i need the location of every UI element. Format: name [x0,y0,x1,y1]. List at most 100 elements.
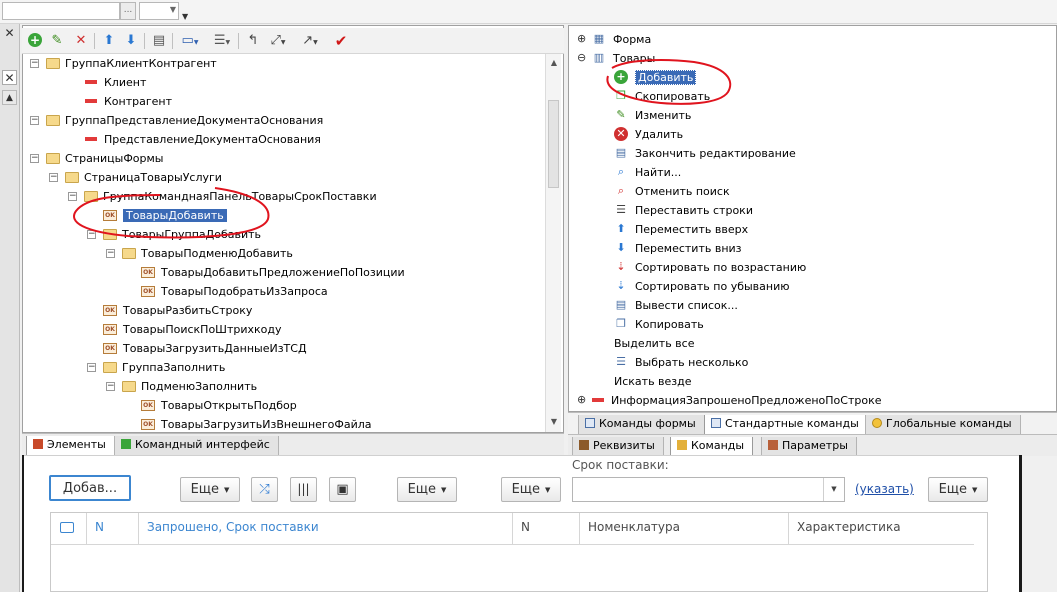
top-input-field[interactable] [2,2,120,20]
expand-toggle-icon[interactable]: − [87,230,96,239]
command-item[interactable]: + Добавить [614,68,697,87]
more-button[interactable]: Еще ▼ [397,477,457,502]
tree-item[interactable]: СтраницаТоварыУслуги [65,168,222,187]
close-icon[interactable]: ✕ [2,70,17,85]
expand-toggle-icon[interactable]: − [30,59,39,68]
tree-item[interactable]: ГруппаКоманднаяПанельТоварыСрокПоставки [84,187,377,206]
command-item[interactable]: ⇣ Сортировать по возрастанию [614,258,806,277]
command-item[interactable]: ☰ Переставить строки [614,201,753,220]
grid-header-n[interactable]: N [87,513,139,544]
command-item[interactable]: ▥ Товары [592,49,656,68]
tree-item[interactable]: OK ТоварыПоискПоШтрихкоду [103,320,282,339]
more-button[interactable]: Еще ▼ [501,477,561,502]
tree-item[interactable]: OK ТоварыРазбитьСтроку [103,301,252,320]
grid-header-n2[interactable]: N [513,513,580,544]
top-select[interactable]: ▼ [139,2,179,20]
chevron-down-icon[interactable]: ▼ [823,478,844,501]
command-item[interactable]: ⌕ Отменить поиск [614,182,730,201]
tab-requisites[interactable]: Реквизиты [572,437,664,457]
display-icon[interactable]: ▭▼ [178,32,202,50]
command-item[interactable]: ИнформацияЗапрошеноПредложеноПоСтроке [592,391,881,410]
grid-header-characteristic[interactable]: Характеристика [789,513,974,544]
tree-item[interactable]: Контрагент [65,92,172,111]
specify-link[interactable]: (указать) [855,482,914,496]
command-item[interactable]: ✎ Изменить [614,106,691,125]
srok-input[interactable]: ▼ [572,477,845,502]
expand-toggle-icon[interactable]: − [106,382,115,391]
tab-parameters[interactable]: Параметры [761,437,857,457]
tree-item[interactable]: OK ТоварыОткрытьПодбор [141,396,297,415]
command-item[interactable]: ☰ Выбрать несколько [614,353,748,372]
expand-toggle-icon[interactable]: − [49,173,58,182]
edit-icon[interactable]: ✎ [48,32,66,50]
tab-command-interface[interactable]: Командный интерфейс [114,436,279,456]
dropdown-arrow-icon[interactable]: ▼ [182,12,188,21]
command-item[interactable]: Искать везде [614,372,692,391]
command-item[interactable]: ⇣ Сортировать по убыванию [614,277,789,296]
command-item[interactable]: ⬆ Переместить вверх [614,220,748,239]
move-down-icon[interactable]: ⬇ [122,32,140,50]
resize-icon[interactable]: ⤢▼ [266,32,290,50]
command-item[interactable]: ▤ Вывести список... [614,296,738,315]
tree-item[interactable]: ГруппаПредставлениеДокументаОснования [46,111,323,130]
delete-icon[interactable]: ✕ [72,32,90,50]
expand-toggle-icon[interactable]: − [106,249,115,258]
tab-standard-commands[interactable]: Стандартные команды [704,415,868,435]
expand-toggle-icon[interactable]: − [30,116,39,125]
elements-scrollbar[interactable]: ▲ ▼ [545,54,561,432]
tree-item[interactable]: ТоварыГруппаДобавить [103,225,261,244]
tab-commands[interactable]: Команды [670,437,754,457]
expand-toggle-icon[interactable]: − [30,154,39,163]
scroll-down-icon[interactable]: ▼ [548,416,560,428]
tree-item[interactable]: ГруппаКлиентКонтрагент [46,54,217,73]
tree-item[interactable]: ПредставлениеДокументаОснования [65,130,321,149]
tree-item[interactable]: ТоварыПодменюДобавить [122,244,293,263]
comment-column-header[interactable] [51,513,87,544]
tab-global-commands[interactable]: Глобальные команды [865,415,1021,435]
expand-toggle-icon[interactable]: ⊕ [577,394,586,405]
expand-icon[interactable]: ↗▼ [298,32,322,50]
grid-header-nomenclature[interactable]: Номенклатура [580,513,789,544]
tree-item[interactable]: ПодменюЗаполнить [122,377,257,396]
command-item[interactable]: ❐ Копировать [614,315,704,334]
command-item[interactable]: ⬇ Переместить вниз [614,239,741,258]
tree-item[interactable]: OK ТоварыПодобратьИзЗапроса [141,282,328,301]
tree-item[interactable]: OK ТоварыДобавить [103,206,227,225]
command-item[interactable]: ❐ Скопировать [614,87,710,106]
expand-toggle-icon[interactable]: − [68,192,77,201]
tree-item[interactable]: ГруппаЗаполнить [103,358,225,377]
layout-icon[interactable]: ☰▼ [210,32,234,50]
undo-icon[interactable]: ↰ [244,32,262,50]
expand-toggle-icon[interactable]: ⊕ [577,33,586,44]
tree-item[interactable]: OK ТоварыЗагрузитьИзВнешнегоФайла [141,415,372,432]
command-item[interactable]: ⌕ Найти... [614,163,681,182]
command-item[interactable]: ▦ Форма [592,30,651,49]
expand-toggle-icon[interactable]: − [87,363,96,372]
add-icon[interactable]: + [26,32,44,50]
tab-elements[interactable]: Элементы [26,436,115,456]
close-icon[interactable]: ✕ [2,26,17,41]
tab-form-commands[interactable]: Команды формы [578,415,705,435]
grid-header-requested[interactable]: Запрошено, Срок поставки [139,513,513,544]
command-item[interactable]: ▤ Закончить редактирование [614,144,796,163]
more-button[interactable]: Еще ▼ [180,477,240,502]
command-item[interactable]: Выделить все [614,334,694,353]
tree-item[interactable]: Клиент [65,73,146,92]
command-item[interactable]: ✕ Удалить [614,125,683,144]
side-button[interactable]: ▲ [2,90,17,105]
tree-item[interactable]: OK ТоварыДобавитьПредложениеПоПозиции [141,263,405,282]
tree-item[interactable]: OK ТоварыЗагрузитьДанныеИзТСД [103,339,307,358]
tsd-button[interactable]: ▣ [329,477,356,502]
tree-item[interactable]: СтраницыФормы [46,149,164,168]
split-row-button[interactable]: ⤮ [251,477,278,502]
expand-toggle-icon[interactable]: ⊖ [577,52,586,63]
barcode-button[interactable]: ||| [290,477,317,502]
check-icon[interactable]: ✔ [332,32,350,50]
move-up-icon[interactable]: ⬆ [100,32,118,50]
top-input-dots-button[interactable]: ... [120,2,136,20]
scroll-thumb[interactable] [548,100,559,188]
more-button[interactable]: Еще ▼ [928,477,988,502]
add-button[interactable]: Добав... [49,475,131,501]
list-icon[interactable]: ▤ [150,32,168,50]
scroll-up-icon[interactable]: ▲ [548,57,560,69]
